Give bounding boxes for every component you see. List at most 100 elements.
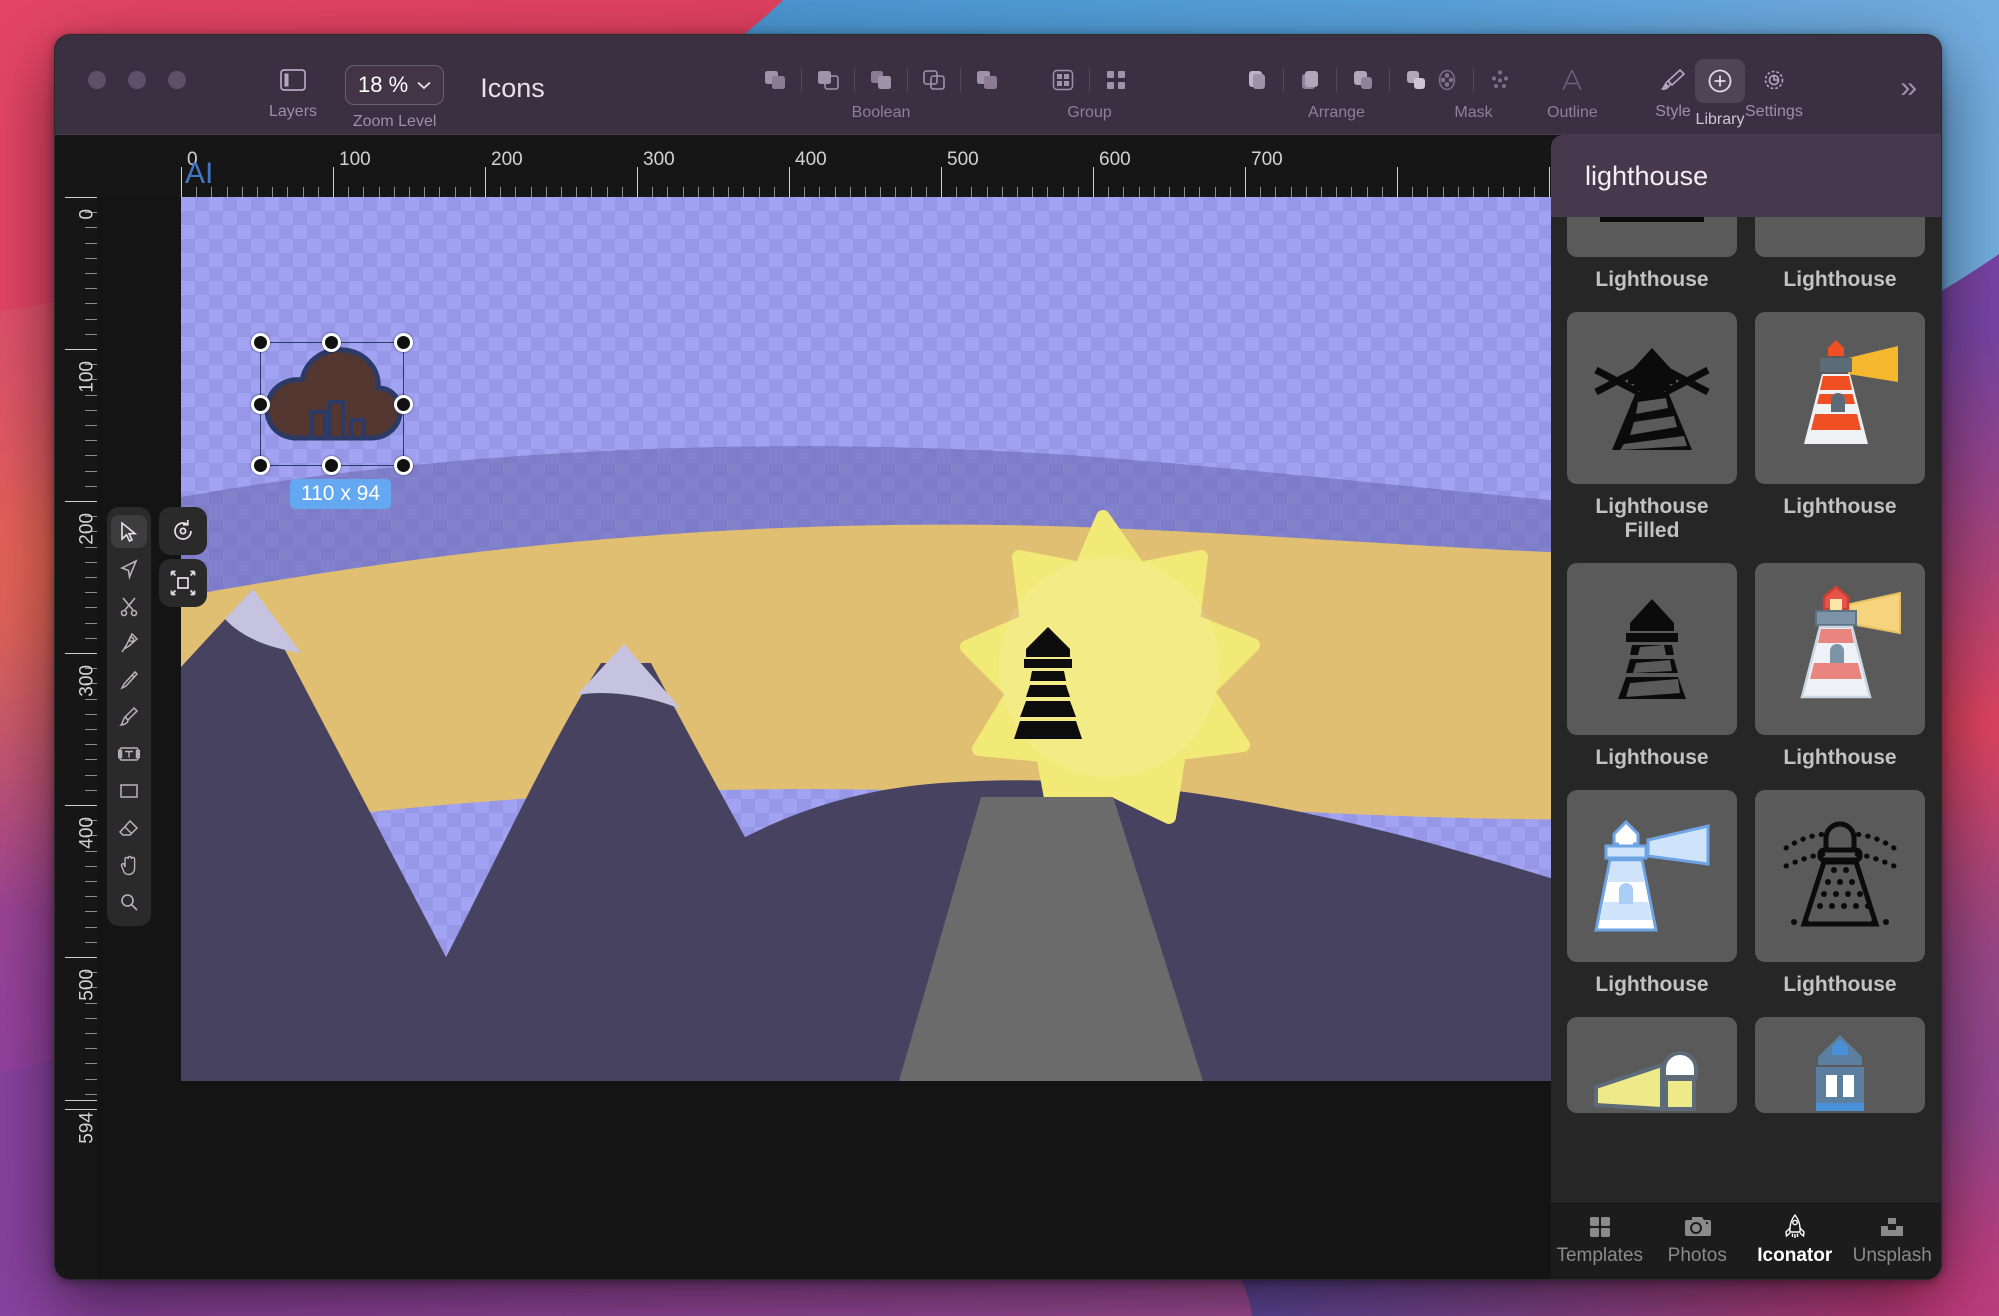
library-item[interactable]: Lighthouse [1567,563,1737,790]
toolbar-group-label-boolean: Boolean [851,104,911,121]
settings-label: Settings [1745,103,1803,120]
ruler-tick [697,187,699,197]
mask-icon[interactable] [1427,65,1467,95]
selection-handle-s[interactable] [322,456,341,475]
style-button[interactable]: Style [1651,35,1695,121]
selection-handle-nw[interactable] [251,333,270,352]
ruler-tick [85,713,97,715]
library-item-label [1755,1113,1925,1138]
boolean-divide-icon[interactable] [967,65,1007,95]
selection-bounds[interactable] [251,333,413,475]
ruler-tick [272,187,274,197]
tool-rail[interactable] [107,507,151,926]
text-tool[interactable] [111,737,147,770]
traffic-light-buttons[interactable] [88,71,186,89]
tab-iconator[interactable]: Iconator [1746,1214,1844,1267]
library-item[interactable] [1567,1017,1737,1144]
library-item[interactable]: Lighthouse [1755,563,1925,790]
ruler-tick [85,577,97,578]
selection-handle-n[interactable] [322,333,341,352]
library-item-label: Lighthouse [1595,268,1709,291]
library-item[interactable]: Lighthouse [1567,217,1737,312]
lighthouse-clipped-icon [1600,217,1704,222]
selection-handle-e[interactable] [394,395,413,414]
library-item[interactable]: Lighthouse [1755,217,1925,312]
ruler-label: 500 [947,149,979,170]
tab-unsplash[interactable]: Unsplash [1844,1214,1942,1267]
divider [854,68,855,92]
library-item-label: Lighthouse [1783,495,1897,518]
layers-toggle-button[interactable]: Layers [269,35,317,121]
lighthouse-red-beam-icon [1800,585,1901,699]
selection-handle-ne[interactable] [394,333,413,352]
eraser-tool[interactable] [111,811,147,844]
minimize-window-button[interactable] [128,71,146,89]
library-panel: Lighthouse Lighthouse [1551,135,1941,1279]
ruler-tick [85,744,97,746]
rectangle-tool[interactable] [111,774,147,807]
close-window-button[interactable] [88,71,106,89]
zoom-level-control[interactable]: 18 % Zoom Level [345,35,445,131]
settings-button[interactable]: Settings [1745,35,1803,121]
zoom-window-button[interactable] [168,71,186,89]
library-item-label: Lighthouse Filled [1595,495,1709,542]
rotate-tool[interactable] [159,507,207,555]
library-item[interactable]: Lighthouse Filled [1567,312,1737,563]
ruler-tick [1245,167,1246,197]
tab-label: Photos [1667,1245,1727,1266]
bring-front-icon[interactable] [1237,65,1277,95]
bring-forward-icon[interactable] [1290,65,1330,95]
library-tab-bar[interactable]: Templates Photos Iconator Unsplash [1551,1201,1941,1279]
vertical-ruler[interactable]: 0 100 200 300 400 500 594 [55,135,98,1279]
ruler-label: 400 [77,817,98,849]
ruler-tick [85,257,97,259]
toolbar-overflow-button[interactable]: » [1900,71,1917,105]
library-button[interactable]: Library [1695,35,1745,129]
brush-tool[interactable] [111,700,147,733]
zoom-level-pill[interactable]: 18 % [345,65,445,105]
pencil-tool[interactable] [111,663,147,696]
ruler-tick [85,333,97,335]
artboard-name-label: AI [185,157,214,190]
selection-handle-w[interactable] [251,395,270,414]
canvas-area[interactable]: 110 x 94 0 100 200 300 400 500 600 700 0 100 200 3… [55,135,1941,1279]
library-item[interactable]: Lighthouse [1567,790,1737,1017]
boolean-intersect-icon[interactable] [861,65,901,95]
boolean-union-icon[interactable] [755,65,795,95]
ruler-tick [621,187,623,197]
ruler-tick [1488,187,1490,197]
selection-handle-se[interactable] [394,456,413,475]
library-item[interactable] [1755,1017,1925,1144]
library-search-input[interactable] [1585,160,1939,192]
group-icon[interactable] [1043,65,1083,95]
library-item[interactable]: Lighthouse [1755,312,1925,563]
ruler-tick [545,187,547,197]
outline-text-icon[interactable] [1552,65,1592,95]
library-item[interactable]: Lighthouse [1755,790,1925,1017]
zoom-tool[interactable] [111,885,147,918]
library-icon-grid[interactable]: Lighthouse Lighthouse Lighthouse Filled … [1551,217,1941,1201]
paintbrush-icon [1658,65,1688,95]
ruler-tick [85,288,97,290]
selection-handle-sw[interactable] [251,456,270,475]
send-backward-icon[interactable] [1343,65,1383,95]
transform-tool[interactable] [159,559,207,607]
boolean-subtract-icon[interactable] [808,65,848,95]
direct-select-tool[interactable] [111,552,147,585]
tab-templates[interactable]: Templates [1551,1214,1649,1267]
pen-tool[interactable] [111,626,147,659]
scissors-tool[interactable] [111,589,147,622]
hand-tool[interactable] [111,848,147,881]
distribute-icon[interactable] [1480,65,1520,95]
tab-photos[interactable]: Photos [1649,1214,1747,1267]
ruler-tick [1518,187,1520,197]
sidebar-left-icon [280,65,306,95]
library-search-bar[interactable] [1551,135,1941,217]
ruler-tick [1397,167,1398,197]
ruler-tick [85,318,97,320]
boolean-difference-icon[interactable] [914,65,954,95]
select-tool[interactable] [111,515,147,548]
ruler-tick [1457,187,1459,197]
ungroup-icon[interactable] [1096,65,1136,95]
lighthouse-orange-beam-icon [1804,340,1898,444]
